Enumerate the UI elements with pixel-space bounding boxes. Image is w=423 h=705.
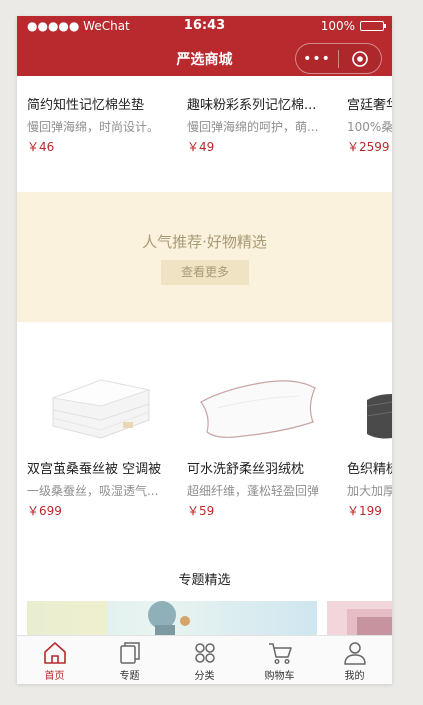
banner-title: 人气推荐·好物精选 xyxy=(142,233,267,251)
product-name: 可水洗舒柔丝羽绒枕 xyxy=(187,462,305,477)
product-price: ￥59 xyxy=(187,504,215,518)
product-card[interactable]: 趣味粉彩系列记忆棉... 慢回弹海绵的呵护，萌... ￥49 xyxy=(187,97,327,155)
product-desc: 100%桑蚕 xyxy=(347,120,392,134)
product-desc: 慢回弹海绵的呵护，萌... xyxy=(187,120,319,134)
tab-category[interactable]: 分类 xyxy=(167,636,242,684)
product-name: 简约知性记忆棉坐垫 xyxy=(27,98,145,113)
product-card[interactable]: 简约知性记忆棉坐垫 慢回弹海绵，时尚设计。 ￥46 xyxy=(27,97,177,155)
tab-label: 我的 xyxy=(344,671,365,682)
product-card[interactable]: 色织精梳 加大加厚 ￥199 xyxy=(347,461,392,519)
product-name: 宫廷奢华 xyxy=(347,98,392,113)
tab-label: 分类 xyxy=(194,671,215,682)
product-desc: 慢回弹海绵，时尚设计。 xyxy=(27,120,160,134)
product-price: ￥699 xyxy=(27,504,62,518)
cart-icon xyxy=(268,643,292,665)
product-card[interactable]: 双宫茧桑蚕丝被 空调被 一级桑蚕丝，吸湿透气... ￥699 xyxy=(27,461,177,519)
profile-icon xyxy=(343,642,366,665)
product-card[interactable]: 宫廷奢华 100%桑蚕 ￥2599 xyxy=(347,97,392,155)
tab-topics[interactable]: 专题 xyxy=(92,636,167,684)
status-bar: ●●●●● WeChat 16:43 100% xyxy=(17,16,392,36)
product-card[interactable]: 可水洗舒柔丝羽绒枕 超细纤维，蓬松轻盈回弹 ￥59 xyxy=(187,461,327,519)
category-icon xyxy=(194,643,215,663)
section-title: 专题精选 xyxy=(178,573,231,588)
product-name: 色织精梳 xyxy=(347,462,392,477)
silk-quilt-image[interactable] xyxy=(31,350,171,460)
tab-home[interactable]: 首页 xyxy=(17,636,92,684)
product-desc: 一级桑蚕丝，吸湿透气... xyxy=(27,484,159,498)
bottom-tab-bar: 首页 专题 分类 购物车 我的 xyxy=(17,635,392,684)
product-desc: 加大加厚 xyxy=(347,484,392,498)
product-price: ￥49 xyxy=(187,140,215,154)
tab-cart[interactable]: 购物车 xyxy=(242,636,317,684)
mini-program-capsule: ••• xyxy=(295,43,382,74)
towel-image[interactable] xyxy=(347,350,392,460)
battery-icon xyxy=(360,21,386,31)
home-icon xyxy=(43,642,66,664)
tab-profile[interactable]: 我的 xyxy=(317,636,392,684)
product-name: 趣味粉彩系列记忆棉... xyxy=(187,98,317,113)
promo-banner: 人气推荐·好物精选 查看更多 xyxy=(17,192,392,322)
topics-icon xyxy=(119,642,140,664)
view-more-button[interactable]: 查看更多 xyxy=(161,260,249,285)
pillow-image[interactable] xyxy=(187,350,327,460)
battery-status: 100% xyxy=(320,19,386,33)
tab-label: 首页 xyxy=(44,671,65,682)
tab-label: 专题 xyxy=(119,671,140,682)
product-desc: 超细纤维，蓬松轻盈回弹 xyxy=(187,484,320,498)
product-price: ￥46 xyxy=(27,140,55,154)
tab-label: 购物车 xyxy=(264,671,295,682)
target-close-icon[interactable] xyxy=(339,50,381,68)
battery-percent: 100% xyxy=(320,19,355,33)
more-dots-icon[interactable]: ••• xyxy=(296,51,338,67)
product-name: 双宫茧桑蚕丝被 空调被 xyxy=(27,462,162,477)
top-bar: ●●●●● WeChat 16:43 100% 严选商城 ••• xyxy=(17,16,392,76)
product-row-2: 双宫茧桑蚕丝被 空调被 一级桑蚕丝，吸湿透气... ￥699 可水洗舒柔丝羽绒枕… xyxy=(17,322,392,542)
product-price: ￥199 xyxy=(347,504,382,518)
product-row-1: 简约知性记忆棉坐垫 慢回弹海绵，时尚设计。 ￥46 趣味粉彩系列记忆棉... 慢… xyxy=(17,76,392,186)
phone-screen: ●●●●● WeChat 16:43 100% 严选商城 ••• 简约知性记忆棉… xyxy=(17,16,392,684)
product-price: ￥2599 xyxy=(347,140,390,154)
